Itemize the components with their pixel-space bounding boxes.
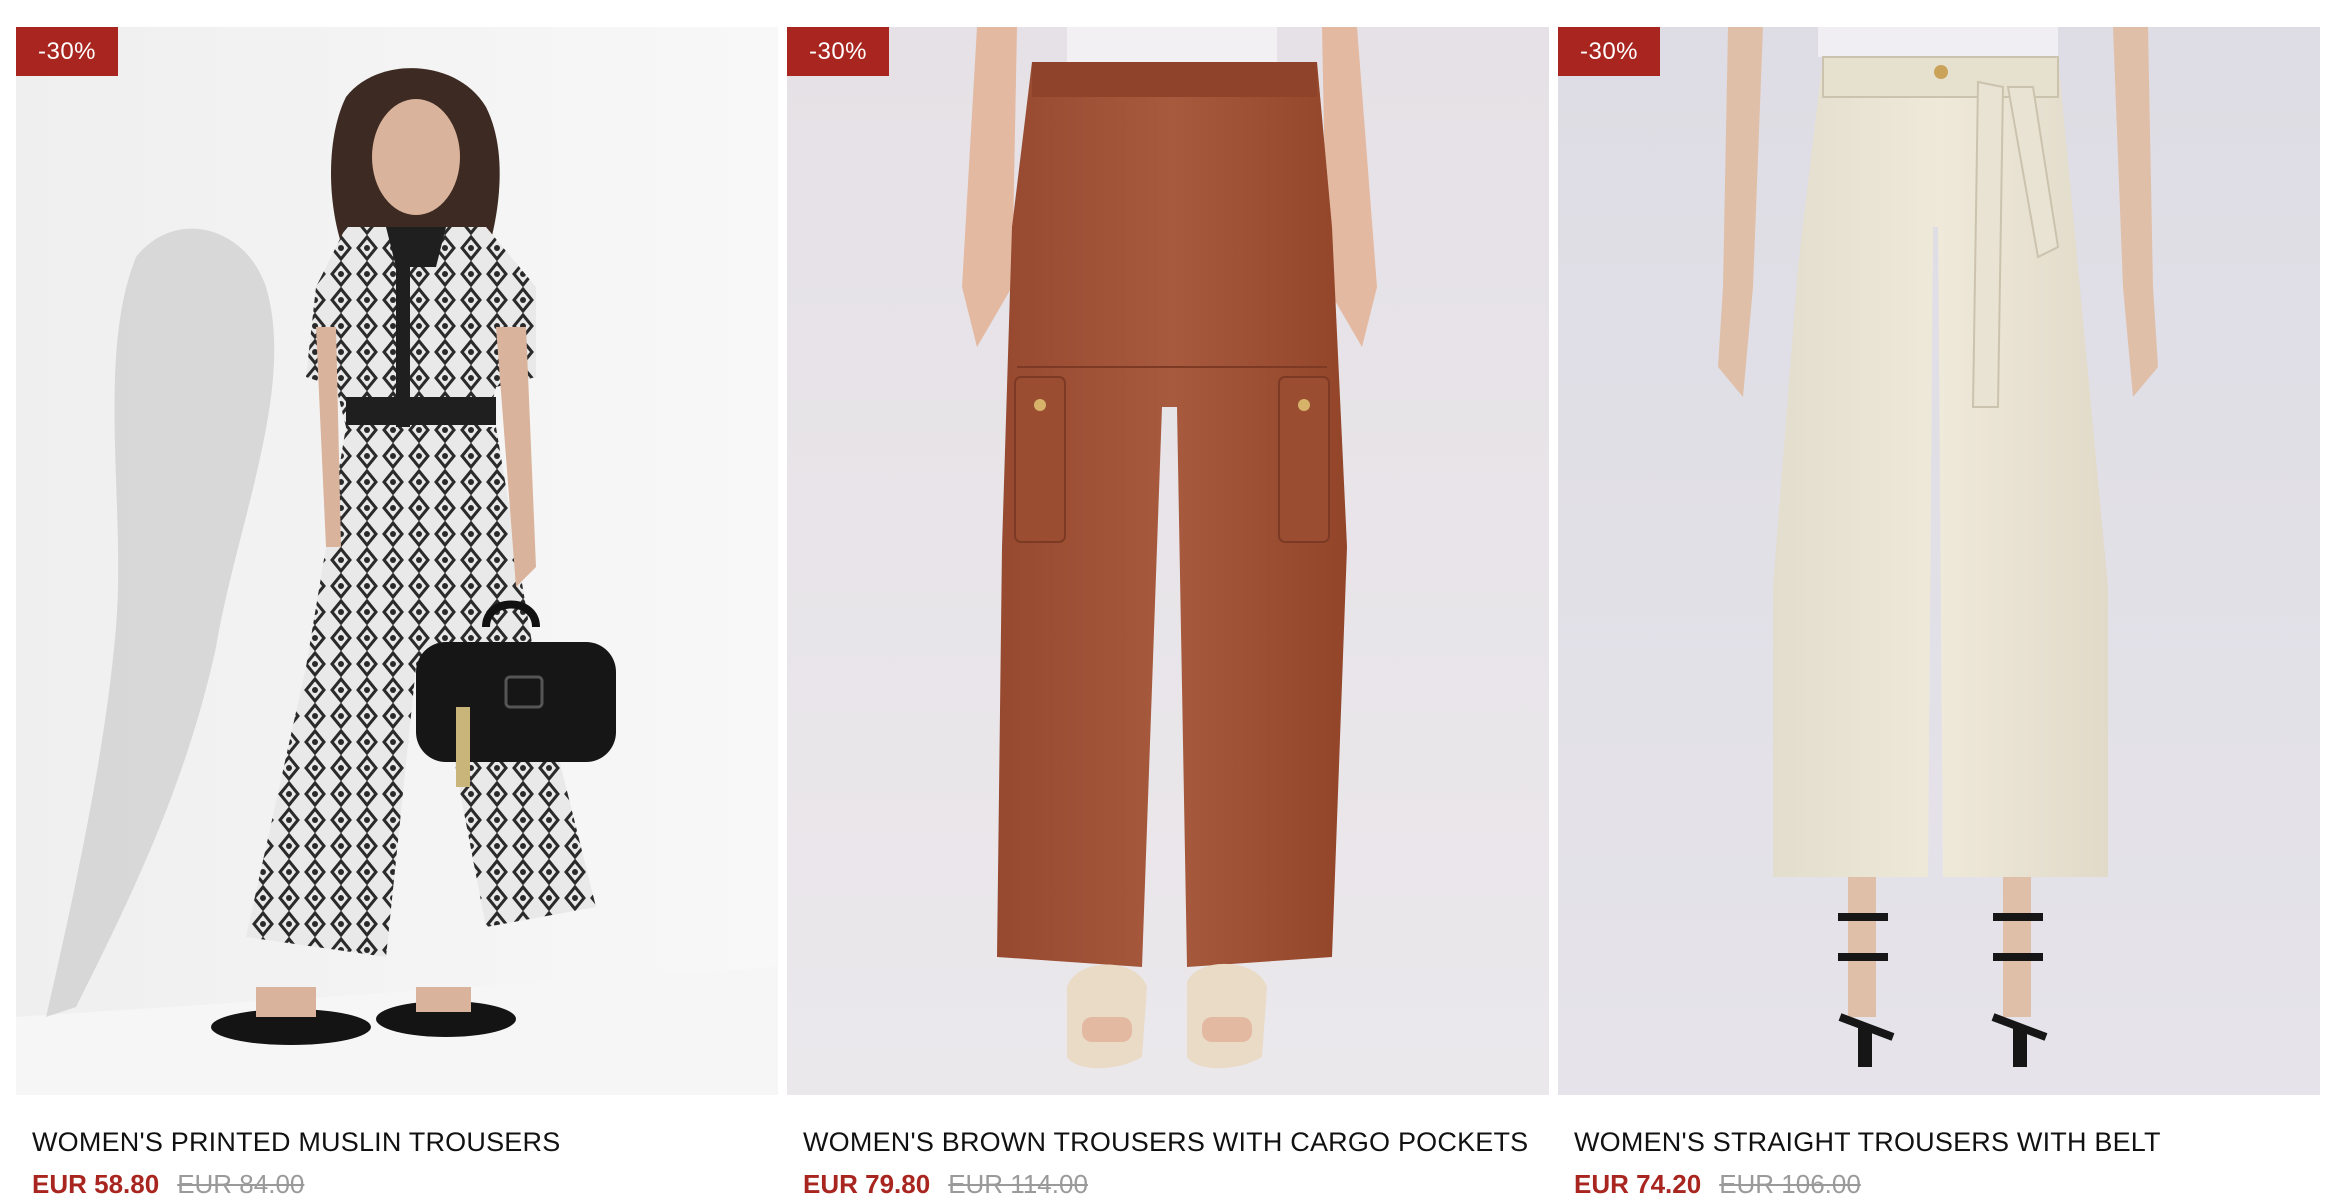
product-image-link[interactable]: -30% bbox=[16, 27, 778, 1095]
original-price: EUR 106.00 bbox=[1719, 1169, 1861, 1199]
product-title[interactable]: WOMEN'S STRAIGHT TROUSERS WITH BELT bbox=[1574, 1125, 2320, 1159]
discount-badge: -30% bbox=[787, 27, 889, 76]
product-card[interactable]: -30% WOMEN'S STRAIGHT TROUSERS WITH BELT… bbox=[1558, 27, 2320, 1200]
product-image bbox=[1558, 27, 2320, 1095]
sale-price: EUR 74.20 bbox=[1574, 1169, 1702, 1199]
product-card[interactable]: -30% WOMEN'S PRINTED MUSLIN TROUSERS EUR… bbox=[16, 27, 778, 1200]
product-prices: EUR 79.80 EUR 114.00 bbox=[803, 1168, 1549, 1200]
product-prices: EUR 58.80 EUR 84.00 bbox=[32, 1168, 778, 1200]
product-image-link[interactable]: -30% bbox=[787, 27, 1549, 1095]
product-grid: -30% WOMEN'S PRINTED MUSLIN TROUSERS EUR… bbox=[16, 27, 2320, 1200]
product-image-link[interactable]: -30% bbox=[1558, 27, 2320, 1095]
product-prices: EUR 74.20 EUR 106.00 bbox=[1574, 1168, 2320, 1200]
sale-price: EUR 79.80 bbox=[803, 1169, 931, 1199]
sale-price: EUR 58.80 bbox=[32, 1169, 160, 1199]
original-price: EUR 114.00 bbox=[948, 1169, 1088, 1199]
product-title[interactable]: WOMEN'S PRINTED MUSLIN TROUSERS bbox=[32, 1125, 778, 1159]
product-card[interactable]: -30% WOMEN'S BROWN TROUSERS WITH CARGO P… bbox=[787, 27, 1549, 1200]
discount-badge: -30% bbox=[1558, 27, 1660, 76]
discount-badge: -30% bbox=[16, 27, 118, 76]
product-title[interactable]: WOMEN'S BROWN TROUSERS WITH CARGO POCKET… bbox=[803, 1125, 1549, 1159]
original-price: EUR 84.00 bbox=[177, 1169, 305, 1199]
product-image bbox=[16, 27, 778, 1095]
product-image bbox=[787, 27, 1549, 1095]
